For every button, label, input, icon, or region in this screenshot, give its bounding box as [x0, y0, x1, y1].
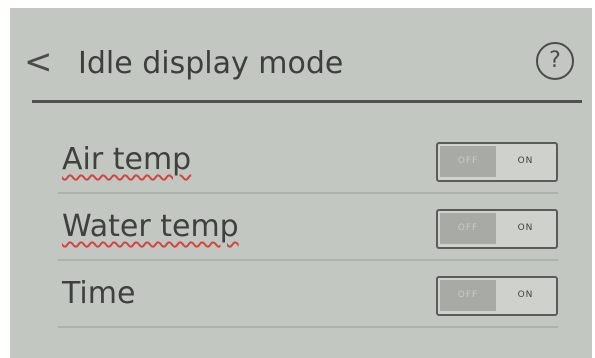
toggle-off-label: OFF [440, 146, 496, 177]
setting-label: Time [62, 276, 136, 311]
toggle-off-label: OFF [440, 280, 496, 311]
setting-row-air-temp: Air temp OFF ON [58, 132, 558, 194]
help-icon[interactable]: ? [536, 42, 574, 80]
toggle-on-label: ON [517, 290, 534, 300]
row-divider [58, 259, 558, 261]
toggle-on-label: ON [517, 156, 534, 166]
toggle-on-label: ON [517, 223, 534, 233]
setting-label: Water temp [62, 209, 239, 244]
air-temp-toggle[interactable]: OFF ON [436, 142, 558, 182]
page-title: Idle display mode [78, 46, 344, 81]
header: < Idle display mode ? [10, 8, 592, 100]
time-toggle[interactable]: OFF ON [436, 276, 558, 316]
header-divider [32, 100, 582, 103]
device-screen: < Idle display mode ? Air temp OFF ON Wa… [10, 8, 592, 358]
setting-row-time: Time OFF ON [58, 266, 558, 328]
setting-label: Air temp [62, 142, 192, 177]
back-chevron-icon[interactable]: < [24, 38, 53, 86]
setting-row-water-temp: Water temp OFF ON [58, 199, 558, 261]
toggle-off-label: OFF [440, 213, 496, 244]
water-temp-toggle[interactable]: OFF ON [436, 209, 558, 249]
row-divider [58, 192, 558, 194]
row-divider [58, 326, 558, 328]
